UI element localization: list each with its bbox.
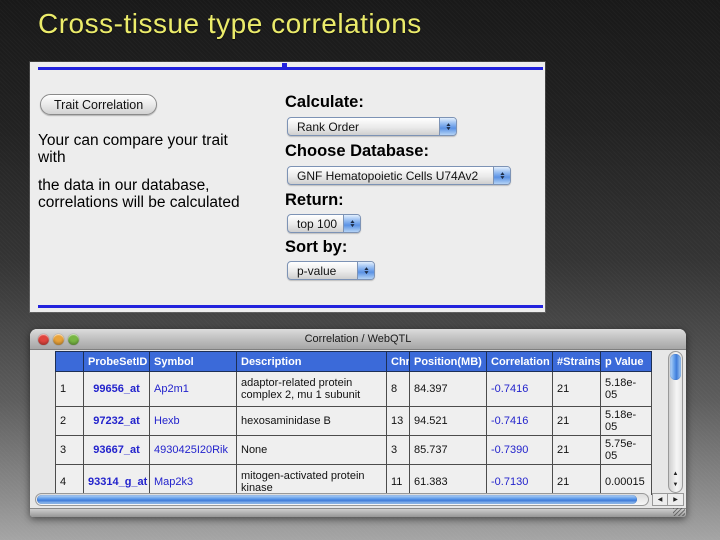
col-header-pvalue: p Value — [601, 352, 652, 372]
vertical-scrollbar[interactable]: ▲ ▼ — [668, 351, 683, 493]
slide-title: Cross-tissue type correlations — [38, 8, 422, 40]
chr-cell: 8 — [387, 372, 410, 407]
window-title: Correlation / WebQTL — [30, 333, 686, 345]
table-row: 4 93314_g_at Map2k3 mitogen-activated pr… — [56, 465, 652, 496]
probe-set-link[interactable]: 93667_at — [84, 436, 150, 465]
col-header-probesetid: ProbeSetID — [84, 352, 150, 372]
horizontal-scrollbar[interactable] — [35, 493, 649, 506]
description-cell: hexosaminidase B — [237, 407, 387, 436]
col-header-correlation: Correlation — [487, 352, 553, 372]
table-row: 1 99656_at Ap2m1 adaptor-related protein… — [56, 372, 652, 407]
pvalue-cell: 5.75e-05 — [601, 436, 652, 465]
strains-cell: 21 — [553, 407, 601, 436]
intro-text: Your can compare your trait with the dat… — [38, 132, 240, 222]
correlation-link[interactable]: -0.7390 — [487, 436, 553, 465]
calculate-select-value: Rank Order — [288, 120, 439, 134]
dropdown-stepper-icon: ▲▼ — [357, 262, 374, 279]
horizontal-scrollbar-thumb[interactable] — [37, 495, 637, 504]
table-header-row: ProbeSetID Symbol Description Chr Positi… — [56, 352, 652, 372]
correlation-link[interactable]: -0.7416 — [487, 407, 553, 436]
top-divider — [38, 67, 543, 70]
probe-set-link[interactable]: 93314_g_at — [84, 465, 150, 496]
correlation-form-panel: Trait Correlation Your can compare your … — [30, 62, 545, 312]
table-row: 2 97232_at Hexb hexosaminidase B 13 94.5… — [56, 407, 652, 436]
row-index: 2 — [56, 407, 84, 436]
probe-set-link[interactable]: 99656_at — [84, 372, 150, 407]
vertical-scrollbar-thumb[interactable] — [670, 354, 681, 380]
correlation-window: Correlation / WebQTL ProbeSetID Symbol — [30, 329, 686, 517]
dropdown-stepper-icon: ▲▼ — [493, 167, 510, 184]
col-header-symbol: Symbol — [150, 352, 237, 372]
strains-cell: 21 — [553, 436, 601, 465]
symbol-link[interactable]: 4930425I20Rik — [150, 436, 237, 465]
sort-by-select[interactable]: p-value ▲▼ — [287, 261, 375, 280]
position-cell: 85.737 — [410, 436, 487, 465]
correlation-link[interactable]: -0.7416 — [487, 372, 553, 407]
scroll-left-icon[interactable]: ◀ — [652, 493, 668, 506]
col-header-description: Description — [237, 352, 387, 372]
row-index: 3 — [56, 436, 84, 465]
description-cell: mitogen-activated protein kinase — [237, 465, 387, 496]
window-content: ProbeSetID Symbol Description Chr Positi… — [30, 350, 686, 508]
intro-line: the data in our database, — [38, 177, 240, 194]
pvalue-cell: 5.18e-05 — [601, 372, 652, 407]
window-titlebar[interactable]: Correlation / WebQTL — [30, 329, 686, 350]
scroll-right-icon[interactable]: ▶ — [668, 493, 684, 506]
row-index: 4 — [56, 465, 84, 496]
probe-set-link[interactable]: 97232_at — [84, 407, 150, 436]
col-header-chr: Chr — [387, 352, 410, 372]
correlation-link[interactable]: -0.7130 — [487, 465, 553, 496]
table-viewport: ProbeSetID Symbol Description Chr Positi… — [55, 351, 652, 495]
window-bottom-bar — [30, 508, 686, 517]
trait-correlation-button[interactable]: Trait Correlation — [40, 94, 157, 115]
chr-cell: 11 — [387, 465, 410, 496]
choose-database-label: Choose Database: — [285, 142, 429, 161]
intro-line: correlations will be calculated — [38, 194, 240, 211]
dropdown-stepper-icon: ▲▼ — [439, 118, 456, 135]
bottom-divider — [38, 305, 543, 308]
horizontal-scroll-buttons: ◀ ▶ — [652, 493, 684, 506]
symbol-link[interactable]: Ap2m1 — [150, 372, 237, 407]
col-header-index — [56, 352, 84, 372]
database-select[interactable]: GNF Hematopoietic Cells U74Av2 ▲▼ — [287, 166, 511, 185]
pvalue-cell: 5.18e-05 — [601, 407, 652, 436]
description-cell: adaptor-related protein complex 2, mu 1 … — [237, 372, 387, 407]
table-row: 3 93667_at 4930425I20Rik None 3 85.737 -… — [56, 436, 652, 465]
strains-cell: 21 — [553, 465, 601, 496]
resize-grip[interactable] — [673, 508, 685, 516]
symbol-link[interactable]: Map2k3 — [150, 465, 237, 496]
intro-line: Your can compare your trait — [38, 132, 240, 149]
calculate-select[interactable]: Rank Order ▲▼ — [287, 117, 457, 136]
sort-by-label: Sort by: — [285, 238, 347, 257]
position-cell: 61.383 — [410, 465, 487, 496]
pvalue-cell: 0.00015 — [601, 465, 652, 496]
slide: Cross-tissue type correlations Trait Cor… — [0, 0, 720, 540]
position-cell: 84.397 — [410, 372, 487, 407]
dropdown-stepper-icon: ▲▼ — [343, 215, 360, 232]
scroll-up-icon[interactable]: ▲ — [669, 469, 682, 480]
return-select-value: top 100 — [288, 217, 343, 231]
sort-by-select-value: p-value — [288, 264, 357, 278]
strains-cell: 21 — [553, 372, 601, 407]
col-header-strains: #Strains — [553, 352, 601, 372]
intro-line: with — [38, 149, 240, 166]
correlation-table: ProbeSetID Symbol Description Chr Positi… — [55, 351, 652, 495]
database-select-value: GNF Hematopoietic Cells U74Av2 — [288, 169, 493, 183]
row-index: 1 — [56, 372, 84, 407]
position-cell: 94.521 — [410, 407, 487, 436]
scroll-down-icon[interactable]: ▼ — [669, 480, 682, 491]
chr-cell: 13 — [387, 407, 410, 436]
chr-cell: 3 — [387, 436, 410, 465]
symbol-link[interactable]: Hexb — [150, 407, 237, 436]
col-header-position: Position(MB) — [410, 352, 487, 372]
return-select[interactable]: top 100 ▲▼ — [287, 214, 361, 233]
calculate-label: Calculate: — [285, 93, 364, 112]
return-label: Return: — [285, 191, 344, 210]
divider-notch — [282, 63, 287, 68]
description-cell: None — [237, 436, 387, 465]
